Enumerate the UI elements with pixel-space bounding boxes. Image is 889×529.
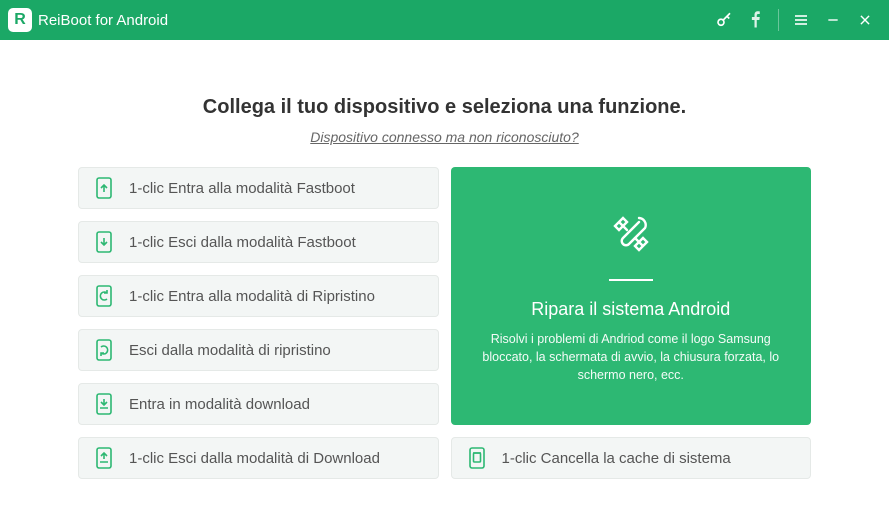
option-label: 1-clic Entra alla modalità Fastboot [129, 180, 355, 197]
enter-fastboot-button[interactable]: 1-clic Entra alla modalità Fastboot [78, 167, 439, 209]
titlebar: R ReiBoot for Android [0, 0, 889, 40]
titlebar-divider [778, 9, 779, 31]
logo-icon: R [8, 8, 32, 32]
option-label: Entra in modalità download [129, 396, 310, 413]
option-label: 1-clic Esci dalla modalità Fastboot [129, 234, 356, 251]
menu-icon[interactable] [785, 0, 817, 40]
minimize-icon[interactable] [817, 0, 849, 40]
close-icon[interactable] [849, 0, 881, 40]
phone-refresh-up-icon [95, 285, 113, 307]
enter-recovery-button[interactable]: 1-clic Entra alla modalità di Ripristino [78, 275, 439, 317]
page-heading: Collega il tuo dispositivo e seleziona u… [78, 96, 811, 119]
facebook-icon[interactable] [740, 0, 772, 40]
exit-fastboot-button[interactable]: 1-clic Esci dalla modalità Fastboot [78, 221, 439, 263]
exit-download-button[interactable]: 1-clic Esci dalla modalità di Download [78, 437, 439, 479]
repair-system-card[interactable]: Ripara il sistema Android Risolvi i prob… [451, 167, 812, 425]
option-label: 1-clic Entra alla modalità di Ripristino [129, 288, 375, 305]
option-label: 1-clic Esci dalla modalità di Download [129, 450, 380, 467]
download-in-icon [95, 393, 113, 415]
exit-recovery-button[interactable]: Esci dalla modalità di ripristino [78, 329, 439, 371]
phone-down-icon [95, 231, 113, 253]
app-logo: R ReiBoot for Android [8, 8, 168, 32]
tools-icon [605, 208, 657, 265]
phone-clear-icon [468, 447, 486, 469]
unrecognized-link[interactable]: Dispositivo connesso ma non riconosciuto… [310, 129, 578, 145]
repair-description: Risolvi i problemi di Andriod come il lo… [479, 330, 784, 384]
main-content: Collega il tuo dispositivo e seleziona u… [0, 40, 889, 479]
enter-download-button[interactable]: Entra in modalità download [78, 383, 439, 425]
phone-up-icon [95, 177, 113, 199]
phone-refresh-down-icon [95, 339, 113, 361]
option-label: 1-clic Cancella la cache di sistema [502, 450, 731, 467]
repair-title: Ripara il sistema Android [531, 299, 730, 320]
download-out-icon [95, 447, 113, 469]
option-label: Esci dalla modalità di ripristino [129, 342, 331, 359]
card-divider [609, 279, 653, 281]
key-icon[interactable] [708, 0, 740, 40]
app-title: ReiBoot for Android [38, 12, 168, 29]
clear-cache-button[interactable]: 1-clic Cancella la cache di sistema [451, 437, 812, 479]
